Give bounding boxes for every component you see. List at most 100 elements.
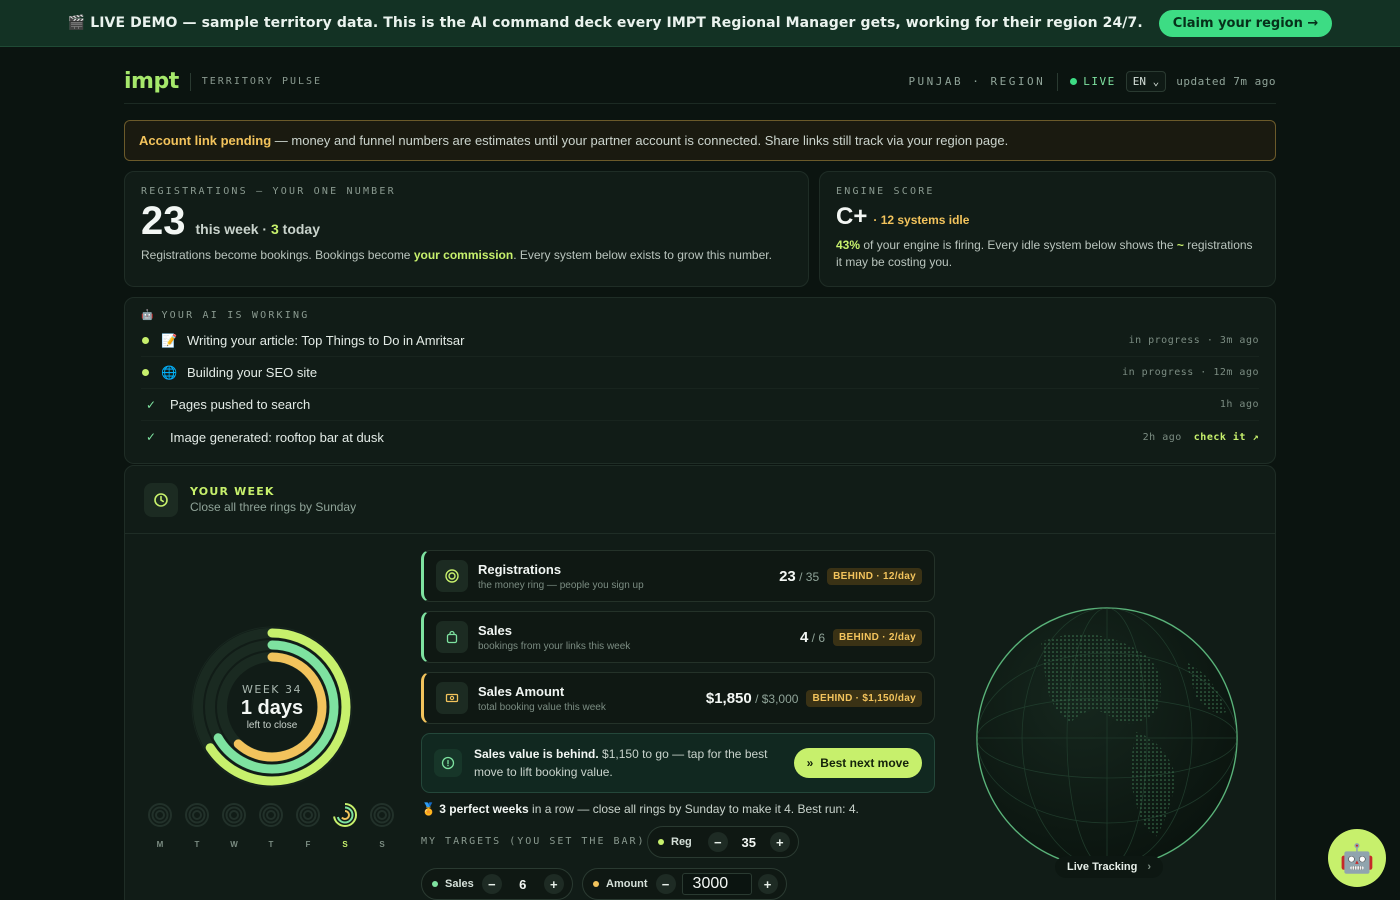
ring-week-label: WEEK 34 xyxy=(242,683,302,696)
day-label: T xyxy=(268,840,274,849)
amount-input[interactable]: 3000 xyxy=(681,873,752,895)
task-label: Pages pushed to search xyxy=(170,397,311,412)
live-tracking-label: Live Tracking xyxy=(1067,861,1138,873)
week-label: this week · xyxy=(195,221,271,237)
assistant-bot-button[interactable]: 🤖 xyxy=(1328,829,1386,887)
task-row[interactable]: 📝 Writing your article: Top Things to Do… xyxy=(141,325,1259,357)
impt-logo[interactable]: impt xyxy=(124,69,179,94)
mini-ring-active-icon xyxy=(333,803,357,827)
today-count: 3 xyxy=(270,221,279,237)
engine-percent: 43% xyxy=(836,238,861,252)
minus-button[interactable]: − xyxy=(481,874,502,894)
metric-value: $1,850 / $3,000 xyxy=(706,690,799,707)
streak-info: 🏅 3 perfect weeks in a row — close all r… xyxy=(421,802,859,816)
day-item-today[interactable]: S xyxy=(332,802,358,849)
dot-icon xyxy=(593,881,599,887)
ai-eyebrow: YOUR AI IS WORKING xyxy=(161,310,310,321)
sales-target-stepper[interactable]: Sales − 6 + xyxy=(421,868,573,900)
check-icon: ✓ xyxy=(146,430,157,444)
engine-eyebrow: ENGINE SCORE xyxy=(836,186,935,197)
idle-systems: · 12 systems idle xyxy=(873,213,970,227)
task-meta: 2h ago check it ↗ xyxy=(1143,432,1259,443)
updated-timestamp: updated 7m ago xyxy=(1176,75,1276,88)
metric-registrations[interactable]: Registrations the money ring — people you… xyxy=(421,550,935,602)
stepper-value[interactable]: 35 xyxy=(728,835,770,850)
your-week-card: YOUR WEEK Close all three rings by Sunda… xyxy=(124,465,1276,900)
stepper-value[interactable]: 6 xyxy=(502,877,544,892)
day-label: T xyxy=(194,840,200,849)
chevron-down-icon: ⌄ xyxy=(1152,75,1160,88)
notice-title: Account link pending xyxy=(139,133,272,148)
metric-subtitle: bookings from your links this week xyxy=(478,640,631,652)
double-chevron-right-icon: » xyxy=(806,756,814,770)
activity-rings[interactable]: WEEK 34 1 days left to close xyxy=(189,624,355,790)
notice-text: — money and funnel numbers are estimates… xyxy=(271,133,1009,148)
metric-subtitle: the money ring — people you sign up xyxy=(478,579,644,591)
header-divider xyxy=(1057,72,1059,91)
registrations-description: Registrations become bookings. Bookings … xyxy=(141,248,792,262)
live-dot-icon xyxy=(1070,78,1078,85)
today-label: today xyxy=(278,221,320,237)
metric-sales-amount[interactable]: Sales Amount total booking value this wee… xyxy=(421,672,935,724)
reg-target-stepper[interactable]: Reg − 35 + xyxy=(647,826,799,858)
day-item[interactable]: T xyxy=(258,802,284,849)
live-tracking-button[interactable]: Live Tracking › xyxy=(1055,856,1163,878)
streak-bold: 3 perfect weeks xyxy=(439,802,529,816)
task-row[interactable]: ✓ Pages pushed to search 1h ago xyxy=(141,389,1259,421)
header-right: PUNJAB · REGION LIVE EN ⌄ updated 7m ago xyxy=(908,71,1276,92)
engine-score-card[interactable]: ENGINE SCORE C+ · 12 systems idle 43% of… xyxy=(819,171,1276,287)
day-item[interactable]: S xyxy=(369,802,395,849)
engine-grade: C+ xyxy=(836,203,868,230)
day-item[interactable]: W xyxy=(221,802,247,849)
day-item[interactable]: T xyxy=(184,802,210,849)
desc-part: Registrations become bookings. Bookings … xyxy=(141,248,414,262)
check-icon: ✓ xyxy=(146,397,157,412)
minus-button[interactable]: − xyxy=(707,832,728,852)
plus-button[interactable]: + xyxy=(769,832,790,852)
button-label: Best next move xyxy=(820,756,909,770)
mini-ring-icon xyxy=(185,803,209,827)
day-label: S xyxy=(342,840,348,849)
minus-button[interactable]: − xyxy=(655,874,676,894)
metric-sales[interactable]: Sales bookings from your links this week … xyxy=(421,611,935,663)
globe-visual[interactable] xyxy=(971,602,1243,874)
task-meta: 1h ago xyxy=(1219,399,1259,410)
banknote-icon xyxy=(436,682,468,714)
in-progress-dot-icon xyxy=(142,369,149,376)
clock-icon xyxy=(144,482,178,517)
header-divider xyxy=(189,72,191,91)
desc-part: . Every system below exists to grow this… xyxy=(513,248,772,262)
week-header: YOUR WEEK Close all three rings by Sunda… xyxy=(125,466,1275,534)
check-it-link[interactable]: check it ↗ xyxy=(1194,432,1259,443)
live-indicator: LIVE xyxy=(1070,75,1116,88)
day-label: F xyxy=(305,840,311,849)
stepper-label: Sales xyxy=(445,878,474,890)
advice-text: Sales value is behind. $1,150 to go — ta… xyxy=(474,745,774,781)
plus-button[interactable]: + xyxy=(757,874,778,894)
mini-ring-icon xyxy=(222,803,246,827)
metric-value: 23 / 35 xyxy=(779,568,819,585)
info-icon xyxy=(434,749,462,777)
amount-target-stepper[interactable]: Amount − 3000 + xyxy=(582,868,787,900)
task-time: 2h ago xyxy=(1142,431,1182,443)
day-label: M xyxy=(156,840,164,849)
week-subtitle: Close all three rings by Sunday xyxy=(190,500,357,514)
plus-button[interactable]: + xyxy=(543,874,564,894)
advice-panel[interactable]: Sales value is behind. $1,150 to go — ta… xyxy=(421,733,935,793)
day-item[interactable]: M xyxy=(147,802,173,849)
metric-target: / $3,000 xyxy=(751,691,799,706)
day-item[interactable]: F xyxy=(295,802,321,849)
robot-icon: 🤖 xyxy=(141,310,154,321)
task-row[interactable]: ✓ Image generated: rooftop bar at dusk 2… xyxy=(141,421,1259,453)
language-select[interactable]: EN ⌄ xyxy=(1125,71,1167,92)
app-header: impt TERRITORY PULSE PUNJAB · REGION LIV… xyxy=(124,60,1276,104)
task-row[interactable]: 🌐 Building your SEO site in progress · 1… xyxy=(141,357,1259,389)
registrations-sub: this week · 3 today xyxy=(196,221,321,237)
day-label: W xyxy=(230,840,238,849)
globe-icon: 🌐 xyxy=(161,364,178,380)
commission-highlight: your commission xyxy=(413,248,514,262)
task-label: Writing your article: Top Things to Do i… xyxy=(187,333,465,348)
best-next-move-button[interactable]: » Best next move xyxy=(793,748,922,778)
mini-ring-icon xyxy=(259,803,283,827)
claim-region-button[interactable]: Claim your region → xyxy=(1158,9,1333,37)
